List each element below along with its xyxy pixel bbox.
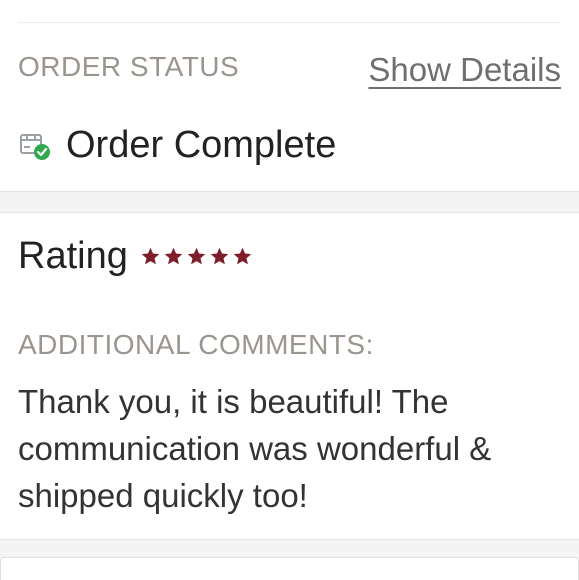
section-separator [0,191,579,213]
rating-row: Rating [18,232,253,280]
order-status-label: ORDER STATUS [18,51,240,82]
section-separator-bottom [0,539,579,558]
star-icon [187,247,206,264]
star-icon [141,247,160,264]
rating-label: Rating [18,235,128,277]
star-icon [164,247,183,264]
next-card [0,557,579,580]
star-icon [210,247,229,264]
order-status-row: Order Complete [18,122,336,168]
star-icon [233,247,252,264]
additional-comments-label: ADDITIONAL COMMENTS: [18,329,374,360]
top-divider [18,22,561,23]
box-check-icon [18,128,52,162]
order-status-text: Order Complete [66,124,337,166]
show-details-link[interactable]: Show Details [368,52,561,88]
order-status-header: ORDER STATUS Show Details [18,50,561,90]
additional-comments-text: Thank you, it is beautiful! The communic… [18,383,492,514]
rating-stars [140,246,253,267]
order-review-page: ORDER STATUS Show Details Order Complete… [0,0,579,580]
